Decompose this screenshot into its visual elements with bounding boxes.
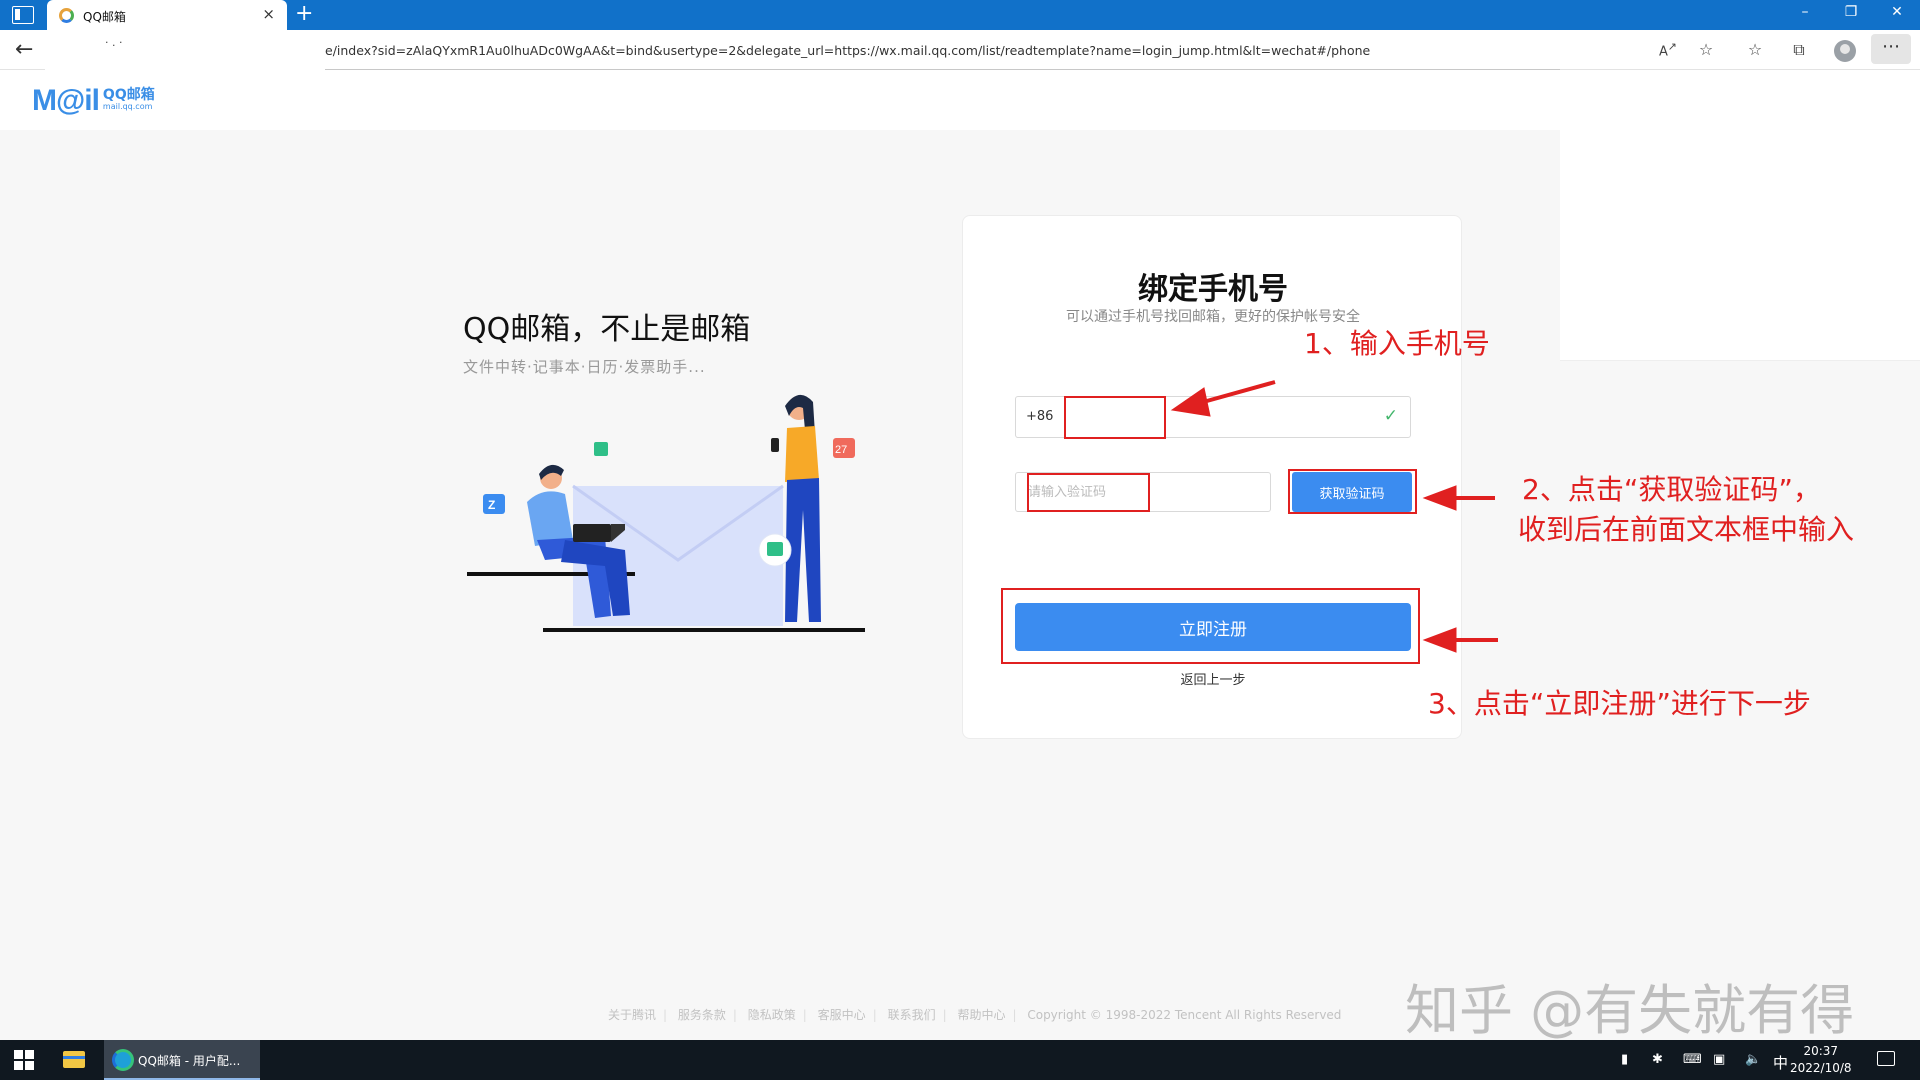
- hero-title: QQ邮箱，不止是邮箱: [463, 312, 751, 347]
- more-icon[interactable]: ⋯: [1871, 34, 1911, 64]
- tab-actions-icon[interactable]: [12, 6, 34, 24]
- ime-indicator[interactable]: 中: [1773, 1052, 1788, 1073]
- address-bar: ← · . · e/index?sid=zAlaQYxmR1Au0lhuADc0…: [0, 30, 1920, 70]
- mail-illustration: Z 27: [467, 394, 865, 632]
- taskbar: QQ邮箱 - 用户配... ▮ ✱ ⌨ ▣ 🔈 中 20:37 2022/10/…: [0, 1040, 1920, 1080]
- read-aloud-icon[interactable]: A↗: [1656, 40, 1680, 59]
- keyboard-icon[interactable]: ⌨: [1683, 1052, 1702, 1067]
- network-icon[interactable]: ▣: [1713, 1052, 1725, 1067]
- logo-qq: QQ邮箱: [102, 87, 155, 103]
- logo-mail-text: M@il: [32, 84, 100, 117]
- note-icon: [594, 442, 608, 456]
- hero-subtitle: 文件中转·记事本·日历·发票助手...: [463, 358, 706, 376]
- favorites-icon[interactable]: ☆: [1743, 40, 1767, 59]
- profile-icon[interactable]: [1834, 40, 1856, 62]
- browser-titlebar: QQ邮箱 × + – ❐ ✕: [0, 0, 1920, 31]
- right-panel-border: [1560, 360, 1920, 361]
- qqmail-logo[interactable]: M@il QQ邮箱 mail.qq.com: [32, 84, 155, 118]
- notification-icon[interactable]: [1877, 1051, 1895, 1066]
- site-header: M@il QQ邮箱 mail.qq.com: [0, 70, 1560, 130]
- footer-link-about[interactable]: 关于腾讯: [608, 1008, 656, 1022]
- annotation-box-get-code: [1288, 469, 1417, 514]
- edge-icon: [112, 1049, 134, 1071]
- close-window-button[interactable]: ✕: [1877, 4, 1917, 20]
- clock-time: 20:37: [1803, 1044, 1839, 1058]
- card-title: 绑定手机号: [1138, 272, 1288, 307]
- restore-button[interactable]: ❐: [1831, 4, 1871, 20]
- footer-link-support[interactable]: 客服中心: [818, 1008, 866, 1022]
- footer-link-contact[interactable]: 联系我们: [888, 1008, 936, 1022]
- annotation-step1: 1、输入手机号: [1304, 327, 1490, 360]
- footer-link-privacy[interactable]: 隐私政策: [748, 1008, 796, 1022]
- folder-badge: Z: [488, 498, 495, 512]
- calendar-badge: 27: [835, 444, 847, 456]
- right-blank-panel: [1560, 70, 1920, 360]
- footer: 关于腾讯 | 服务条款 | 隐私政策 | 客服中心 | 联系我们 | 帮助中心 | Copy…: [608, 1008, 1342, 1022]
- annotation-step2-line2: 收到后在前面文本框中输入: [1518, 513, 1855, 546]
- tab-close-icon[interactable]: ×: [262, 5, 275, 23]
- check-icon: ✓: [1383, 406, 1398, 426]
- address-overlay: · . ·: [45, 30, 325, 70]
- back-step-link[interactable]: 返回上一步: [963, 669, 1463, 688]
- logo-text: QQ邮箱 mail.qq.com: [102, 87, 155, 112]
- bluetooth-icon[interactable]: ✱: [1652, 1052, 1663, 1067]
- footer-copyright: Copyright © 1998-2022 Tencent All Rights…: [1027, 1008, 1342, 1022]
- edge-taskbar-item[interactable]: QQ邮箱 - 用户配...: [104, 1040, 260, 1080]
- annotation-box-code: [1027, 473, 1150, 512]
- logo-domain: mail.qq.com: [102, 102, 153, 111]
- country-code-select[interactable]: +86: [1026, 409, 1053, 424]
- new-tab-button[interactable]: +: [295, 2, 313, 26]
- add-favorite-icon[interactable]: ☆: [1694, 40, 1718, 59]
- site-info-icon[interactable]: · . ·: [105, 36, 122, 49]
- back-arrow-icon[interactable]: ←: [15, 37, 33, 62]
- tab-title: QQ邮箱: [83, 10, 126, 24]
- annotation-step3: 3、点击“立即注册”进行下一步: [1428, 687, 1811, 720]
- chat-icon: [767, 542, 783, 556]
- clock[interactable]: 20:37 2022/10/8: [1790, 1043, 1852, 1077]
- file-explorer-icon[interactable]: [63, 1051, 85, 1068]
- annotation-box-phone: [1064, 396, 1166, 439]
- minimize-button[interactable]: –: [1785, 4, 1825, 20]
- annotation-box-register: [1001, 588, 1420, 664]
- url-text[interactable]: e/index?sid=zAlaQYxmR1Au0lhuADc0WgAA&t=b…: [325, 43, 1555, 58]
- edge-task-label: QQ邮箱 - 用户配...: [138, 1054, 241, 1068]
- watermark: 知乎 @有失就有得: [1405, 979, 1855, 1042]
- browser-tab[interactable]: QQ邮箱 ×: [47, 0, 287, 31]
- footer-link-terms[interactable]: 服务条款: [678, 1008, 726, 1022]
- card-subtitle: 可以通过手机号找回邮箱，更好的保护帐号安全: [1066, 309, 1360, 325]
- clock-date: 2022/10/8: [1790, 1061, 1852, 1075]
- collections-icon[interactable]: ⧉: [1787, 40, 1811, 60]
- volume-icon[interactable]: 🔈: [1745, 1052, 1761, 1067]
- footer-link-help[interactable]: 帮助中心: [957, 1008, 1005, 1022]
- windows-start-icon[interactable]: [14, 1050, 34, 1070]
- qqmail-favicon-icon: [59, 8, 74, 23]
- usb-icon[interactable]: ▮: [1621, 1052, 1628, 1067]
- annotation-step2-line1: 2、点击“获取验证码”，: [1522, 473, 1821, 506]
